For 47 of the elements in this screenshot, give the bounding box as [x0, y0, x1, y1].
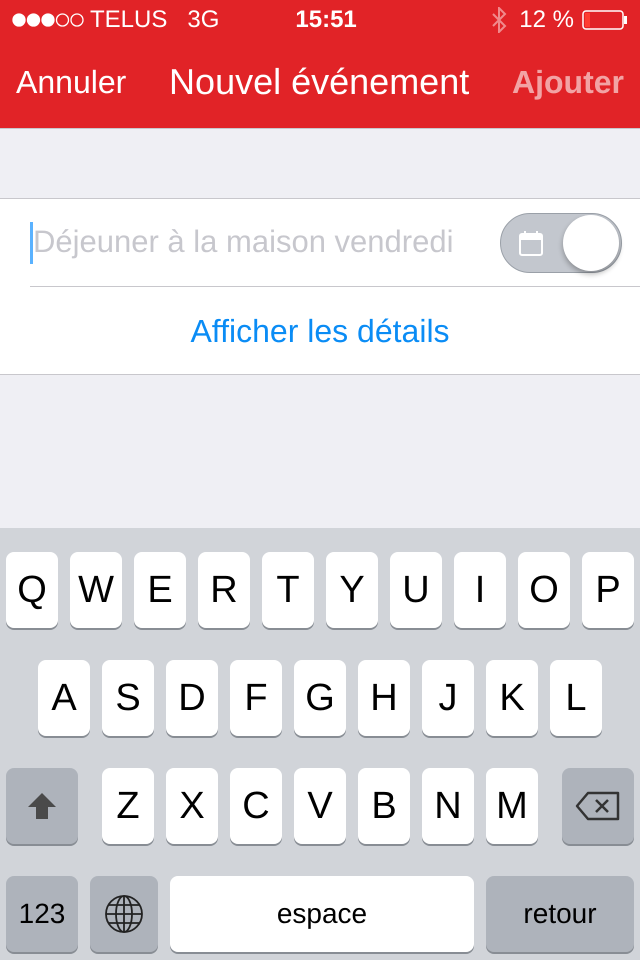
status-time: 15:51 [295, 5, 357, 35]
keyboard-key[interactable]: T [262, 552, 314, 628]
keyboard-key[interactable]: A [38, 660, 90, 736]
carrier-name: TELUS [90, 5, 168, 35]
backspace-icon [575, 791, 621, 821]
keyboard-key[interactable]: H [358, 660, 410, 736]
globe-key[interactable] [90, 876, 158, 952]
space-key[interactable]: espace [170, 876, 474, 952]
globe-icon [104, 894, 144, 934]
shift-arrow-icon [27, 792, 57, 820]
keyboard-key[interactable]: Y [326, 552, 378, 628]
keyboard-key[interactable]: G [294, 660, 346, 736]
keyboard-key[interactable]: V [294, 768, 346, 844]
keyboard-key[interactable]: Q [6, 552, 58, 628]
network-type: 3G [187, 5, 220, 35]
calendar-toggle[interactable] [500, 212, 622, 272]
keyboard-key[interactable]: X [166, 768, 218, 844]
keyboard-key[interactable]: F [230, 660, 282, 736]
bluetooth-icon [491, 7, 508, 33]
keyboard-key[interactable]: E [134, 552, 186, 628]
event-input-field[interactable]: Déjeuner à la maison vendredi [33, 219, 500, 266]
battery-percent: 12 % [519, 5, 574, 35]
keyboard-key[interactable]: I [454, 552, 506, 628]
keyboard-key[interactable]: W [70, 552, 122, 628]
keyboard-key[interactable]: S [102, 660, 154, 736]
keyboard-key[interactable]: B [358, 768, 410, 844]
keyboard-key[interactable]: L [550, 660, 602, 736]
keyboard-key[interactable]: Z [102, 768, 154, 844]
cancel-button[interactable]: Annuler [16, 58, 126, 106]
keyboard-key[interactable]: D [166, 660, 218, 736]
return-key[interactable]: retour [486, 876, 634, 952]
calendar-icon [519, 230, 543, 256]
keyboard-key[interactable]: P [582, 552, 634, 628]
delete-key[interactable] [562, 768, 634, 844]
keyboard-key[interactable]: R [198, 552, 250, 628]
keyboard-key[interactable]: M [486, 768, 538, 844]
keyboard-key[interactable]: O [518, 552, 570, 628]
keyboard-key[interactable]: K [486, 660, 538, 736]
signal-icon [12, 13, 84, 27]
numbers-key[interactable]: 123 [6, 876, 78, 952]
keyboard-key[interactable]: N [422, 768, 474, 844]
keyboard-key[interactable]: U [390, 552, 442, 628]
battery-icon [582, 10, 628, 30]
shift-key[interactable] [6, 768, 78, 844]
keyboard-key[interactable]: J [422, 660, 474, 736]
screen-title: Nouvel événement [169, 60, 470, 104]
keyboard-key[interactable]: C [230, 768, 282, 844]
